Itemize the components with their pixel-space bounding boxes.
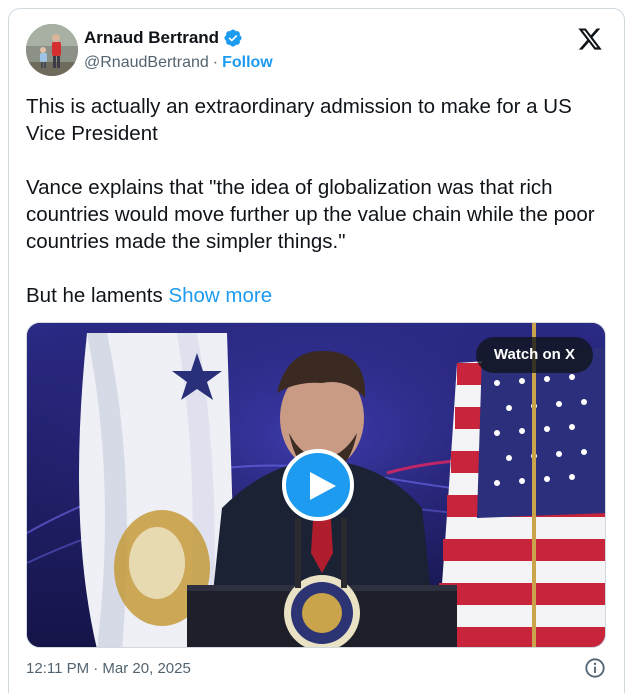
- author-handle-row: @RnaudBertrand · Follow: [84, 54, 273, 72]
- tweet-paragraph-text: But he laments: [26, 284, 163, 307]
- tweet-text: This is actually an extraordinary admiss…: [26, 93, 616, 309]
- x-logo-icon[interactable]: [576, 26, 604, 52]
- play-button[interactable]: [282, 449, 354, 521]
- tweet-footer: 12:11 PM · Mar 20, 2025: [26, 657, 606, 679]
- tweet-timestamp[interactable]: 12:11 PM · Mar 20, 2025: [26, 660, 191, 677]
- play-icon: [310, 472, 336, 500]
- show-more-link[interactable]: Show more: [168, 284, 272, 307]
- author-name-row: Arnaud Bertrand: [84, 28, 243, 48]
- watch-on-x-button[interactable]: Watch on X: [475, 337, 593, 373]
- tweet-paragraph: This is actually an extraordinary admiss…: [26, 95, 572, 145]
- follow-button[interactable]: Follow: [222, 54, 273, 72]
- video-media[interactable]: Watch on X: [26, 322, 606, 648]
- info-icon[interactable]: [584, 657, 606, 679]
- author-display-name[interactable]: Arnaud Bertrand: [84, 28, 219, 48]
- author-handle[interactable]: @RnaudBertrand: [84, 54, 209, 72]
- tweet-card: Arnaud Bertrand @RnaudBertrand · Follow …: [8, 8, 625, 693]
- verified-badge-icon: [224, 29, 242, 47]
- avatar[interactable]: [26, 24, 78, 76]
- tweet-paragraph: Vance explains that "the idea of globali…: [26, 176, 595, 253]
- avatar-image: [26, 24, 78, 76]
- handle-separator: ·: [212, 54, 219, 71]
- tweet-paragraph: But he laments Show more: [26, 282, 616, 309]
